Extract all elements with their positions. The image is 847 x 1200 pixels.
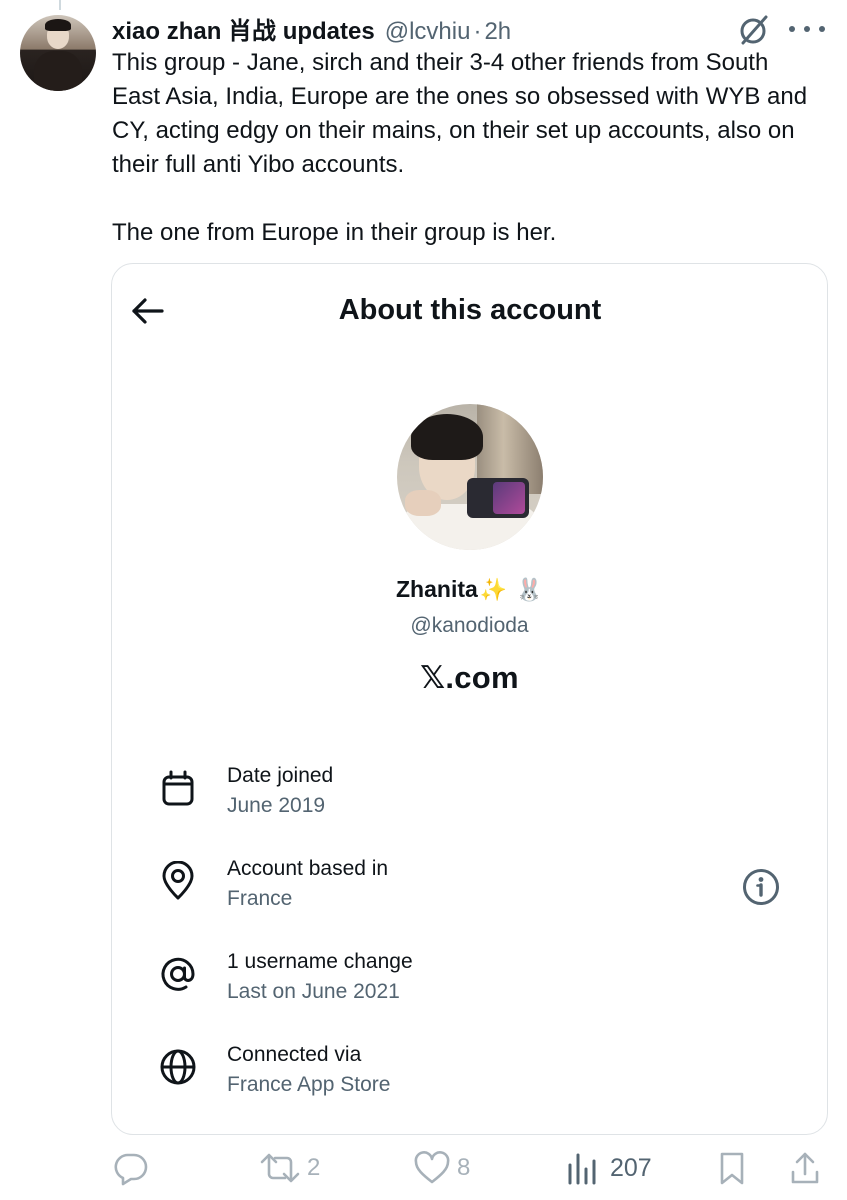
views-button[interactable]: 207: [566, 1148, 652, 1188]
info-row-connected-via: Connected via France App Store: [158, 1043, 798, 1113]
like-count: 8: [457, 1154, 471, 1181]
tweet-timestamp[interactable]: 2h: [484, 18, 511, 46]
calendar-icon: [162, 770, 194, 806]
tweet-action-bar: 2 8 207: [111, 1148, 828, 1188]
attached-image-about-account[interactable]: About this account Zhanita✨ 🐰 @kanodioda…: [111, 263, 828, 1135]
tweet-paragraph: This group - Jane, sirch and their 3-4 o…: [112, 49, 808, 178]
info-value: Last on June 2021: [227, 980, 400, 1003]
retweet-count: 2: [307, 1154, 321, 1181]
profile-name-text: Zhanita: [396, 576, 478, 602]
sparkles-emoji: ✨: [479, 578, 508, 603]
info-row-username-change: 1 username change Last on June 2021: [158, 950, 798, 1020]
share-icon: [791, 1152, 819, 1184]
author-avatar[interactable]: [20, 15, 96, 91]
bookmark-button[interactable]: [717, 1148, 747, 1188]
info-row-account-based-in: Account based in France: [158, 857, 798, 927]
reply-button[interactable]: [113, 1148, 155, 1188]
info-value: France: [227, 887, 293, 910]
share-button[interactable]: [789, 1148, 821, 1188]
rabbit-emoji: 🐰: [515, 578, 543, 603]
profile-name: Zhanita✨ 🐰: [112, 576, 827, 603]
at-sign-icon: [161, 957, 195, 991]
bookmark-icon: [720, 1152, 744, 1185]
more-options-icon[interactable]: [789, 18, 825, 40]
retweet-icon: [260, 1153, 300, 1183]
views-icon: [568, 1153, 596, 1185]
location-pin-icon: [162, 861, 194, 900]
info-value: France App Store: [227, 1073, 391, 1096]
info-label: Account based in: [227, 857, 389, 880]
info-label: Connected via: [227, 1043, 362, 1066]
like-button[interactable]: 8: [413, 1148, 470, 1188]
grok-icon[interactable]: [737, 14, 769, 46]
heart-icon: [414, 1151, 450, 1184]
reply-icon: [114, 1153, 148, 1186]
thread-connector-line: [59, 0, 61, 10]
tweet-text: This group - Jane, sirch and their 3-4 o…: [112, 46, 812, 250]
author-display-name[interactable]: xiao zhan 肖战 updates: [112, 11, 375, 46]
header-separator: ·: [473, 18, 482, 45]
views-count: 207: [610, 1153, 652, 1182]
info-label: Date joined: [227, 764, 334, 787]
info-row-date-joined: Date joined June 2019: [158, 764, 798, 834]
info-value: June 2019: [227, 794, 326, 817]
info-circle-icon[interactable]: [741, 867, 781, 907]
info-label: 1 username change: [227, 950, 413, 973]
globe-icon: [160, 1049, 196, 1085]
tweet-paragraph: The one from Europe in their group is he…: [112, 219, 557, 246]
author-handle[interactable]: @lcvhiu: [385, 18, 471, 46]
profile-picture: [397, 404, 543, 550]
about-title: About this account: [338, 294, 602, 326]
retweet-button[interactable]: 2: [259, 1148, 320, 1188]
profile-username: @kanodioda: [410, 614, 529, 637]
tweet-header: xiao zhan 肖战 updates @lcvhiu · 2h: [112, 11, 511, 46]
site-name: 𝕏.com: [420, 660, 519, 695]
